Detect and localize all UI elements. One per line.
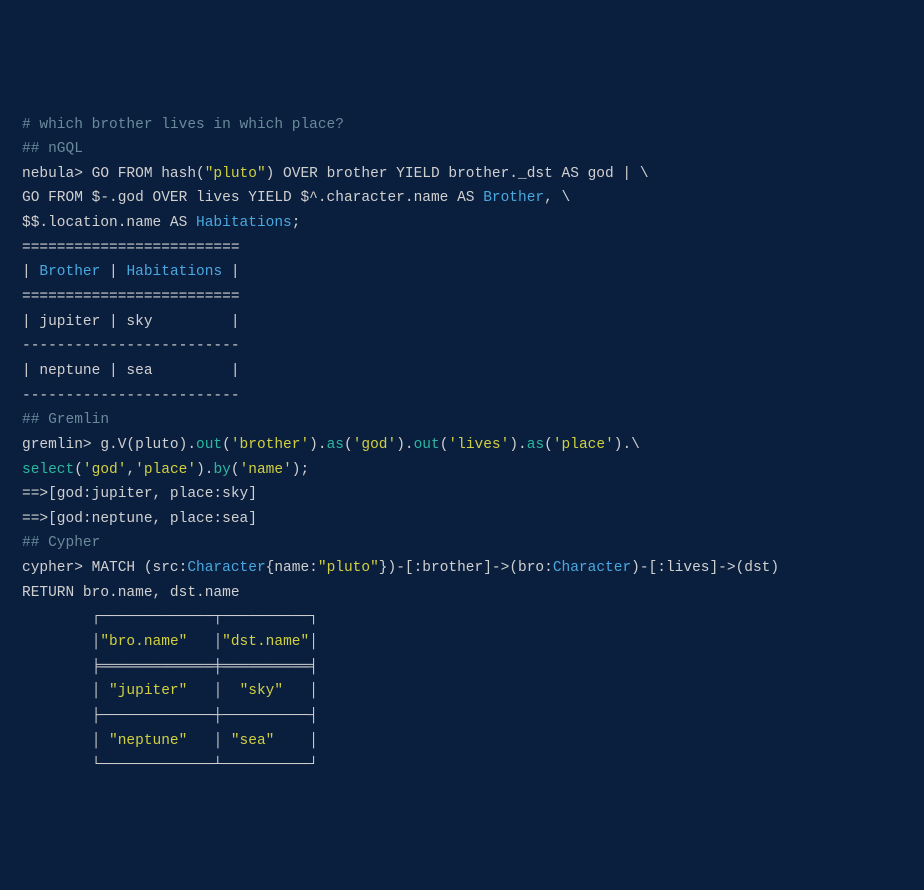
gremlin-result2: ==>[god:neptune, place:sea] — [22, 511, 257, 527]
cypher-row1: │ "jupiter" │ "sky" │ — [22, 683, 318, 699]
cypher-table-header: │"bro.name" │"dst.name"│ — [22, 634, 318, 650]
ngql-line3: $$.location.name AS Habitations; — [22, 215, 300, 231]
cypher-table-sep: ├─────────────┼──────────┤ — [22, 708, 318, 724]
cypher-table-top: ┌─────────────┬──────────┐ — [22, 609, 318, 625]
ngql-line2: GO FROM $-.god OVER lives YIELD $^.chara… — [22, 190, 570, 206]
ngql-table-header: | Brother | Habitations | — [22, 264, 240, 280]
gremlin-line1: gremlin> g.V(pluto).out('brother').as('g… — [22, 437, 640, 453]
comment-ngql: ## nGQL — [22, 141, 83, 157]
comment-title: # which brother lives in which place? — [22, 117, 344, 133]
cypher-table-mid: ╞═════════════╪══════════╡ — [22, 659, 318, 675]
cypher-line2: RETURN bro.name, dst.name — [22, 585, 240, 601]
ngql-row-sep2: ------------------------- — [22, 388, 240, 404]
ngql-row-sep: ------------------------- — [22, 338, 240, 354]
cypher-row2: │ "neptune" │ "sea" │ — [22, 733, 318, 749]
ngql-line1: nebula> GO FROM hash("pluto") OVER broth… — [22, 166, 649, 182]
cypher-table-bot: └─────────────┴──────────┘ — [22, 757, 318, 773]
comment-cypher: ## Cypher — [22, 535, 100, 551]
ngql-row1: | jupiter | sky | — [22, 314, 240, 330]
ngql-table-top: ========================= — [22, 240, 240, 256]
gremlin-line2: select('god','place').by('name'); — [22, 462, 309, 478]
gremlin-result1: ==>[god:jupiter, place:sky] — [22, 486, 257, 502]
cypher-line1: cypher> MATCH (src:Character{name:"pluto… — [22, 560, 779, 576]
ngql-row2: | neptune | sea | — [22, 363, 240, 379]
comment-gremlin: ## Gremlin — [22, 412, 109, 428]
ngql-table-sep: ========================= — [22, 289, 240, 305]
